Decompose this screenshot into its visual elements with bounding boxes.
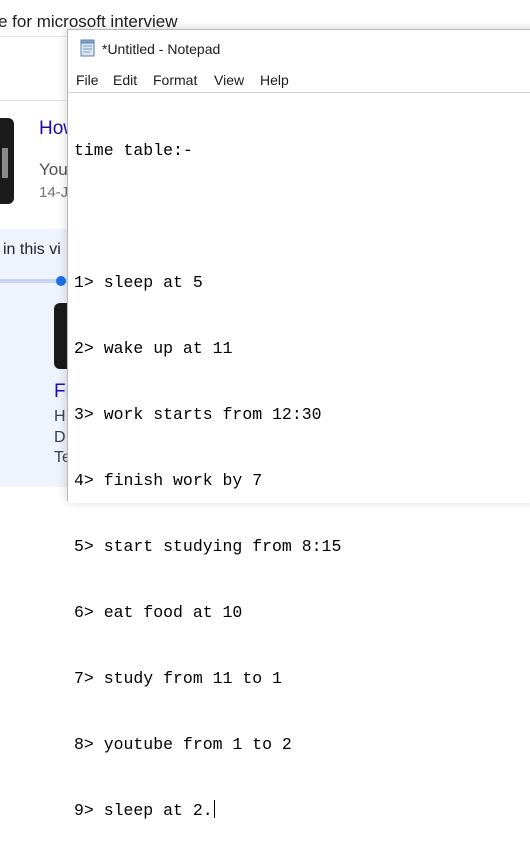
- notepad-window[interactable]: *Untitled - Notepad File Edit Format Vie…: [67, 29, 530, 820]
- menu-format[interactable]: Format: [153, 72, 197, 88]
- notepad-menubar: File Edit Format View Help: [68, 70, 530, 92]
- notepad-titlebar[interactable]: *Untitled - Notepad: [68, 30, 530, 68]
- text-line: 4> finish work by 7: [74, 471, 263, 490]
- key-moment-text-line: H: [54, 408, 66, 425]
- text-line: 8> youtube from 1 to 2: [74, 735, 292, 754]
- menu-help[interactable]: Help: [260, 72, 289, 88]
- menu-edit[interactable]: Edit: [113, 72, 137, 88]
- video-progress-dot[interactable]: [56, 276, 66, 286]
- text-line-last-content: 9> sleep at 2.: [74, 801, 213, 820]
- text-line: 5> start studying from 8:15: [74, 537, 342, 556]
- thumbnail-play-area: [2, 148, 8, 178]
- search-result-snippet: You: [39, 160, 68, 179]
- menu-file[interactable]: File: [76, 72, 99, 88]
- text-line: 1> sleep at 5: [74, 273, 203, 292]
- in-this-video-label: in this vi: [3, 241, 61, 258]
- notepad-text-area[interactable]: time table:- 1> sleep at 5 2> wake up at…: [68, 92, 530, 820]
- text-line: [74, 206, 341, 228]
- search-result-date: 14-J: [39, 184, 69, 201]
- notepad-icon: [80, 39, 95, 57]
- video-thumbnail[interactable]: [0, 118, 14, 204]
- text-line-last: 9> sleep at 2.: [74, 800, 341, 822]
- notepad-title: *Untitled - Notepad: [102, 41, 221, 57]
- key-moment-text-line: D: [54, 429, 66, 446]
- text-line: time table:-: [74, 141, 193, 160]
- text-caret: [213, 800, 215, 818]
- notepad-text-content: time table:- 1> sleep at 5 2> wake up at…: [74, 96, 341, 866]
- text-line: 2> wake up at 11: [74, 339, 233, 358]
- text-line: 3> work starts from 12:30: [74, 405, 322, 424]
- menu-view[interactable]: View: [214, 72, 244, 88]
- text-line: 6> eat food at 10: [74, 603, 243, 622]
- results-divider: [0, 100, 70, 101]
- text-line: 7> study from 11 to 1: [74, 669, 282, 688]
